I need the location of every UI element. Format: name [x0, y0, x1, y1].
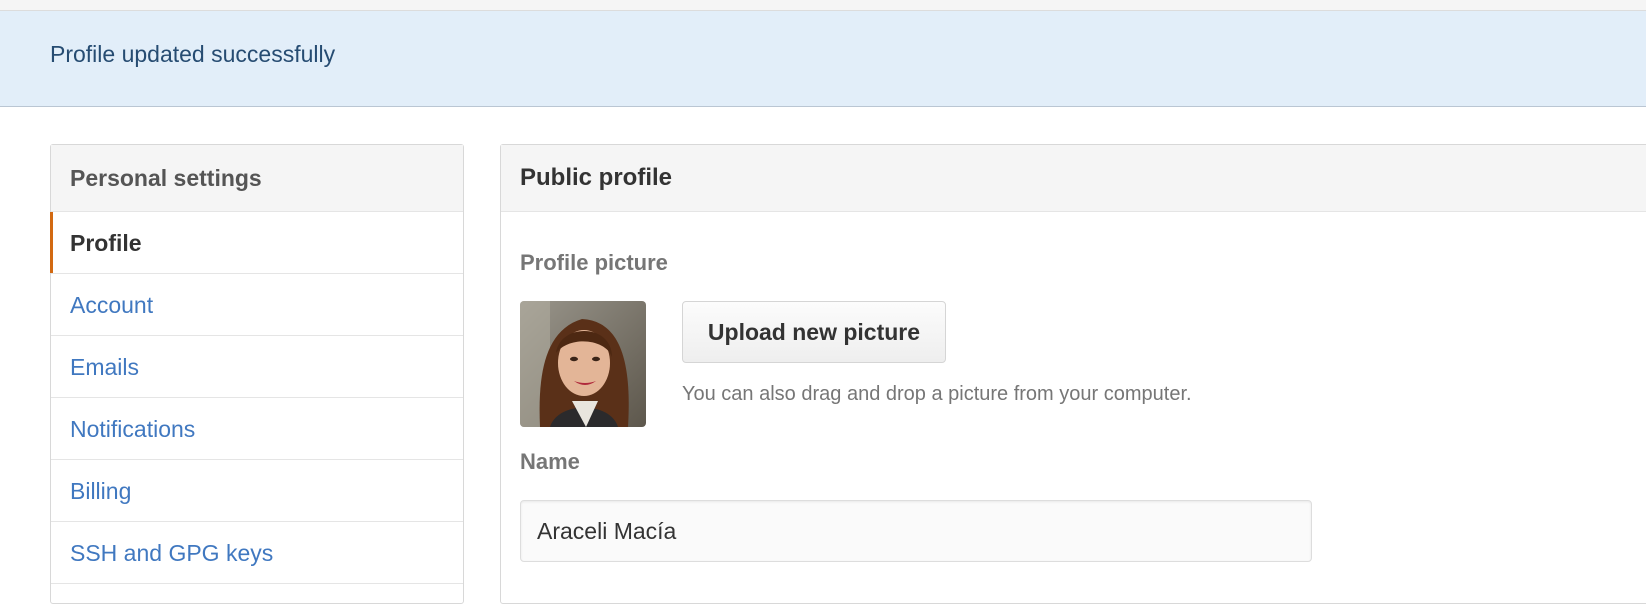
sidebar-item-ssh-gpg-keys[interactable]: SSH and GPG keys: [51, 522, 463, 584]
sidebar-item-profile[interactable]: Profile: [50, 212, 463, 274]
upload-new-picture-button[interactable]: Upload new picture: [682, 301, 946, 363]
drag-drop-hint: You can also drag and drop a picture fro…: [682, 383, 1192, 405]
panel-title: Public profile: [501, 145, 1646, 212]
name-label: Name: [520, 449, 580, 474]
public-profile-panel: Public profile Profile picture Upload ne…: [500, 144, 1646, 604]
profile-picture-label: Profile picture: [520, 250, 668, 275]
name-input[interactable]: [520, 500, 1312, 562]
settings-sidebar: Personal settings Profile Account Emails…: [50, 144, 464, 604]
avatar-image: [520, 301, 646, 427]
flash-message: Profile updated successfully: [50, 41, 336, 67]
sidebar-title: Personal settings: [51, 145, 463, 212]
sidebar-item-billing[interactable]: Billing: [51, 460, 463, 522]
sidebar-item-notifications[interactable]: Notifications: [51, 398, 463, 460]
top-strip: [0, 0, 1646, 11]
avatar: [520, 301, 646, 427]
flash-banner: Profile updated successfully: [0, 11, 1646, 107]
sidebar-item-account[interactable]: Account: [51, 274, 463, 336]
sidebar-item-emails[interactable]: Emails: [51, 336, 463, 398]
